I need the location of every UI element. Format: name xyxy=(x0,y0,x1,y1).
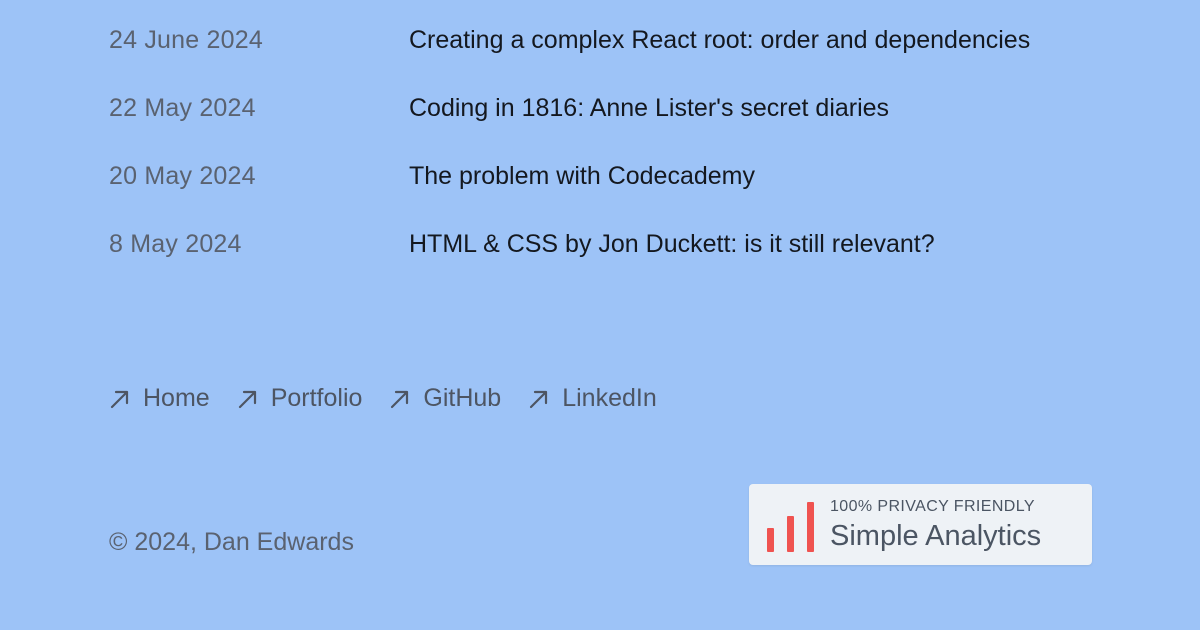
nav-link-label: LinkedIn xyxy=(562,384,657,412)
copyright-notice: © 2024, Dan Edwards xyxy=(109,528,354,556)
bar-chart-icon-bar xyxy=(767,528,774,552)
post-title-link[interactable]: HTML & CSS by Jon Duckett: is it still r… xyxy=(409,230,935,259)
post-list: 24 June 2024 Creating a complex React ro… xyxy=(109,26,1109,298)
nav-link-home[interactable]: Home xyxy=(109,384,210,413)
arrow-up-right-icon xyxy=(530,390,548,408)
post-date: 22 May 2024 xyxy=(109,94,256,122)
post-title-link[interactable]: Coding in 1816: Anne Lister's secret dia… xyxy=(409,94,889,123)
arrow-up-right-icon xyxy=(391,390,409,408)
post-row: 24 June 2024 Creating a complex React ro… xyxy=(109,26,1109,94)
simple-analytics-badge[interactable]: 100% PRIVACY FRIENDLY Simple Analytics xyxy=(749,484,1092,565)
badge-brand: Simple Analytics xyxy=(830,520,1042,552)
post-title-link[interactable]: The problem with Codecademy xyxy=(409,162,755,191)
nav-link-label: Home xyxy=(143,384,210,412)
nav-link-linkedin[interactable]: LinkedIn xyxy=(528,384,657,413)
nav-link-label: GitHub xyxy=(423,384,502,412)
arrow-up-right-icon xyxy=(238,390,256,408)
nav-link-github[interactable]: GitHub xyxy=(389,384,501,413)
post-date: 24 June 2024 xyxy=(109,26,263,54)
bar-chart-icon-bar xyxy=(807,502,814,552)
arrow-up-right-icon xyxy=(110,390,129,408)
post-title-link[interactable]: Creating a complex React root: order and… xyxy=(409,26,1030,55)
post-row: 8 May 2024 HTML & CSS by Jon Duckett: is… xyxy=(109,230,1109,298)
badge-tagline: 100% PRIVACY FRIENDLY xyxy=(830,498,1035,515)
nav-link-label: Portfolio xyxy=(270,384,363,412)
bar-chart-icon xyxy=(767,500,817,552)
post-row: 22 May 2024 Coding in 1816: Anne Lister'… xyxy=(109,94,1109,162)
footer-nav: Home Portfolio GitHub LinkedIn xyxy=(109,384,684,413)
nav-link-portfolio[interactable]: Portfolio xyxy=(237,384,363,413)
post-date: 8 May 2024 xyxy=(109,230,242,258)
page: 24 June 2024 Creating a complex React ro… xyxy=(0,0,1200,630)
bar-chart-icon-bar xyxy=(787,516,794,552)
post-row: 20 May 2024 The problem with Codecademy xyxy=(109,162,1109,230)
post-date: 20 May 2024 xyxy=(109,162,256,190)
